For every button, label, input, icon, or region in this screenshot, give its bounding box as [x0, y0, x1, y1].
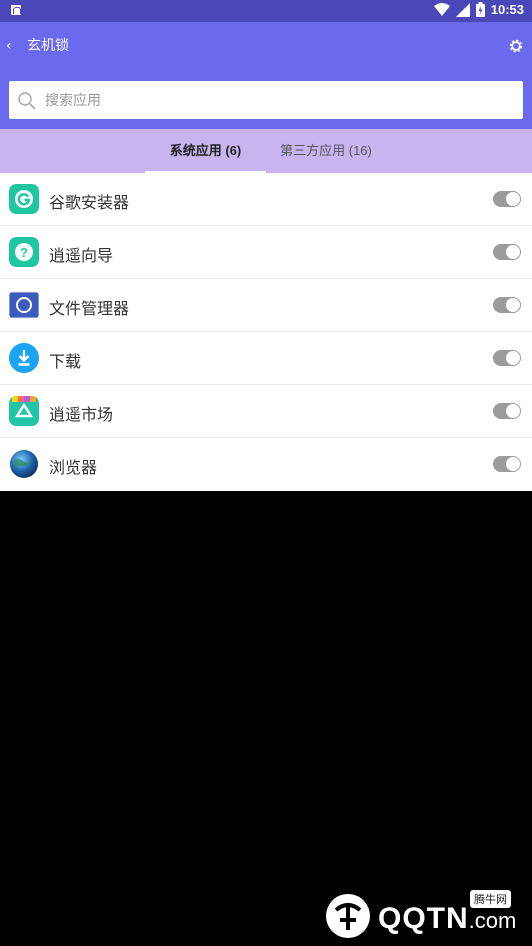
status-bar: 10:53 [0, 0, 532, 22]
app-name: 逍遥向导 [49, 248, 114, 265]
lock-toggle[interactable] [493, 350, 521, 366]
download-icon [9, 343, 39, 373]
browser-globe-icon [10, 450, 38, 478]
file-manager-icon [9, 291, 39, 319]
tab-third-party-apps[interactable]: 第三方应用 (16) [266, 129, 386, 173]
watermark: QQTN.com 腾牛网 [322, 888, 527, 940]
page-title: 玄机锁 [27, 37, 69, 53]
list-item[interactable]: 逍遥市场 [0, 385, 532, 438]
search-box[interactable] [9, 81, 523, 119]
app-name: 文件管理器 [49, 301, 130, 318]
tab-bar: 系统应用 (6) 第三方应用 (16) [0, 129, 532, 173]
market-icon [9, 396, 39, 426]
lock-toggle[interactable] [493, 456, 521, 472]
search-input[interactable] [45, 89, 505, 111]
list-item[interactable]: 谷歌安装器 [0, 173, 532, 226]
app-list: 谷歌安装器 ? 逍遥向导 文件管理器 下载 逍遥市场 浏览器 [0, 173, 532, 491]
list-item[interactable]: 文件管理器 [0, 279, 532, 332]
app-name: 浏览器 [49, 460, 98, 477]
lock-toggle[interactable] [493, 403, 521, 419]
list-item[interactable]: 下载 [0, 332, 532, 385]
clock: 10:53 [490, 2, 524, 17]
lock-toggle[interactable] [493, 297, 521, 313]
watermark-logo-icon [326, 894, 370, 938]
lock-toggle[interactable] [493, 244, 521, 260]
watermark-badge: 腾牛网 [470, 890, 511, 908]
wifi-icon [433, 2, 450, 16]
svg-text:?: ? [20, 245, 28, 260]
back-icon[interactable]: ‹ [6, 36, 20, 56]
list-item[interactable]: ? 逍遥向导 [0, 226, 532, 279]
app-name: 谷歌安装器 [49, 195, 130, 212]
status-icons: 10:53 [433, 2, 524, 17]
google-installer-icon [9, 184, 39, 214]
gear-icon[interactable] [508, 38, 524, 54]
signal-icon [455, 2, 470, 17]
app-name: 逍遥市场 [49, 407, 114, 424]
notification-icon [11, 5, 21, 15]
search-icon [18, 92, 36, 110]
list-item[interactable]: 浏览器 [0, 438, 532, 491]
app-bar: ‹ 玄机锁 [0, 22, 532, 70]
app-name: 下载 [49, 354, 82, 371]
search-area [0, 70, 532, 129]
lock-toggle[interactable] [493, 191, 521, 207]
help-icon: ? [9, 237, 39, 267]
battery-icon [475, 2, 485, 17]
tab-system-apps[interactable]: 系统应用 (6) [145, 129, 266, 173]
